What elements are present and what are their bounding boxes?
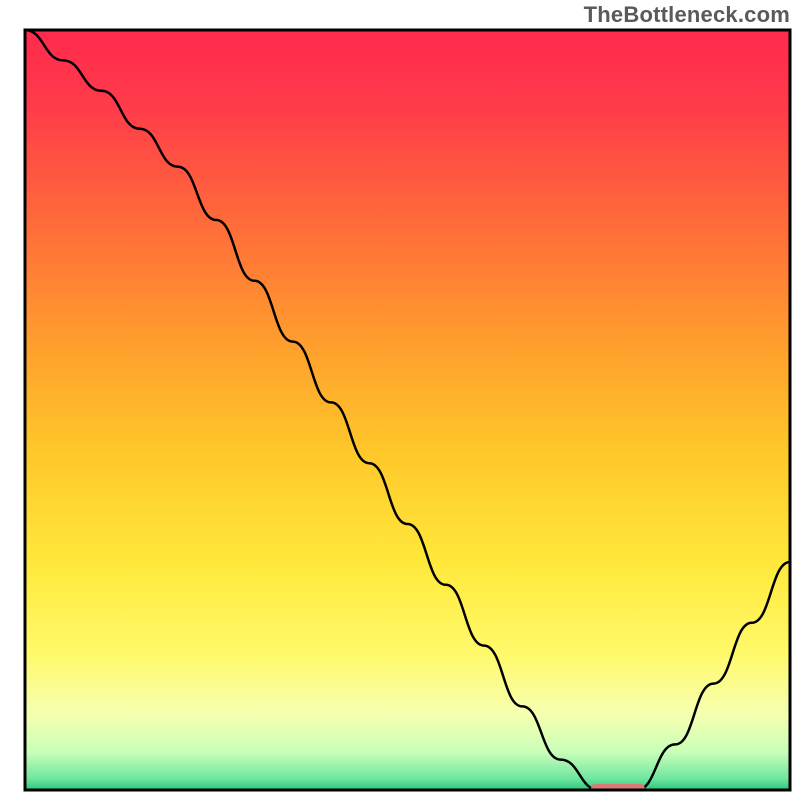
bottleneck-chart — [0, 0, 800, 800]
watermark-text: TheBottleneck.com — [584, 2, 790, 28]
gradient-background — [25, 30, 790, 790]
chart-stage: TheBottleneck.com — [0, 0, 800, 800]
